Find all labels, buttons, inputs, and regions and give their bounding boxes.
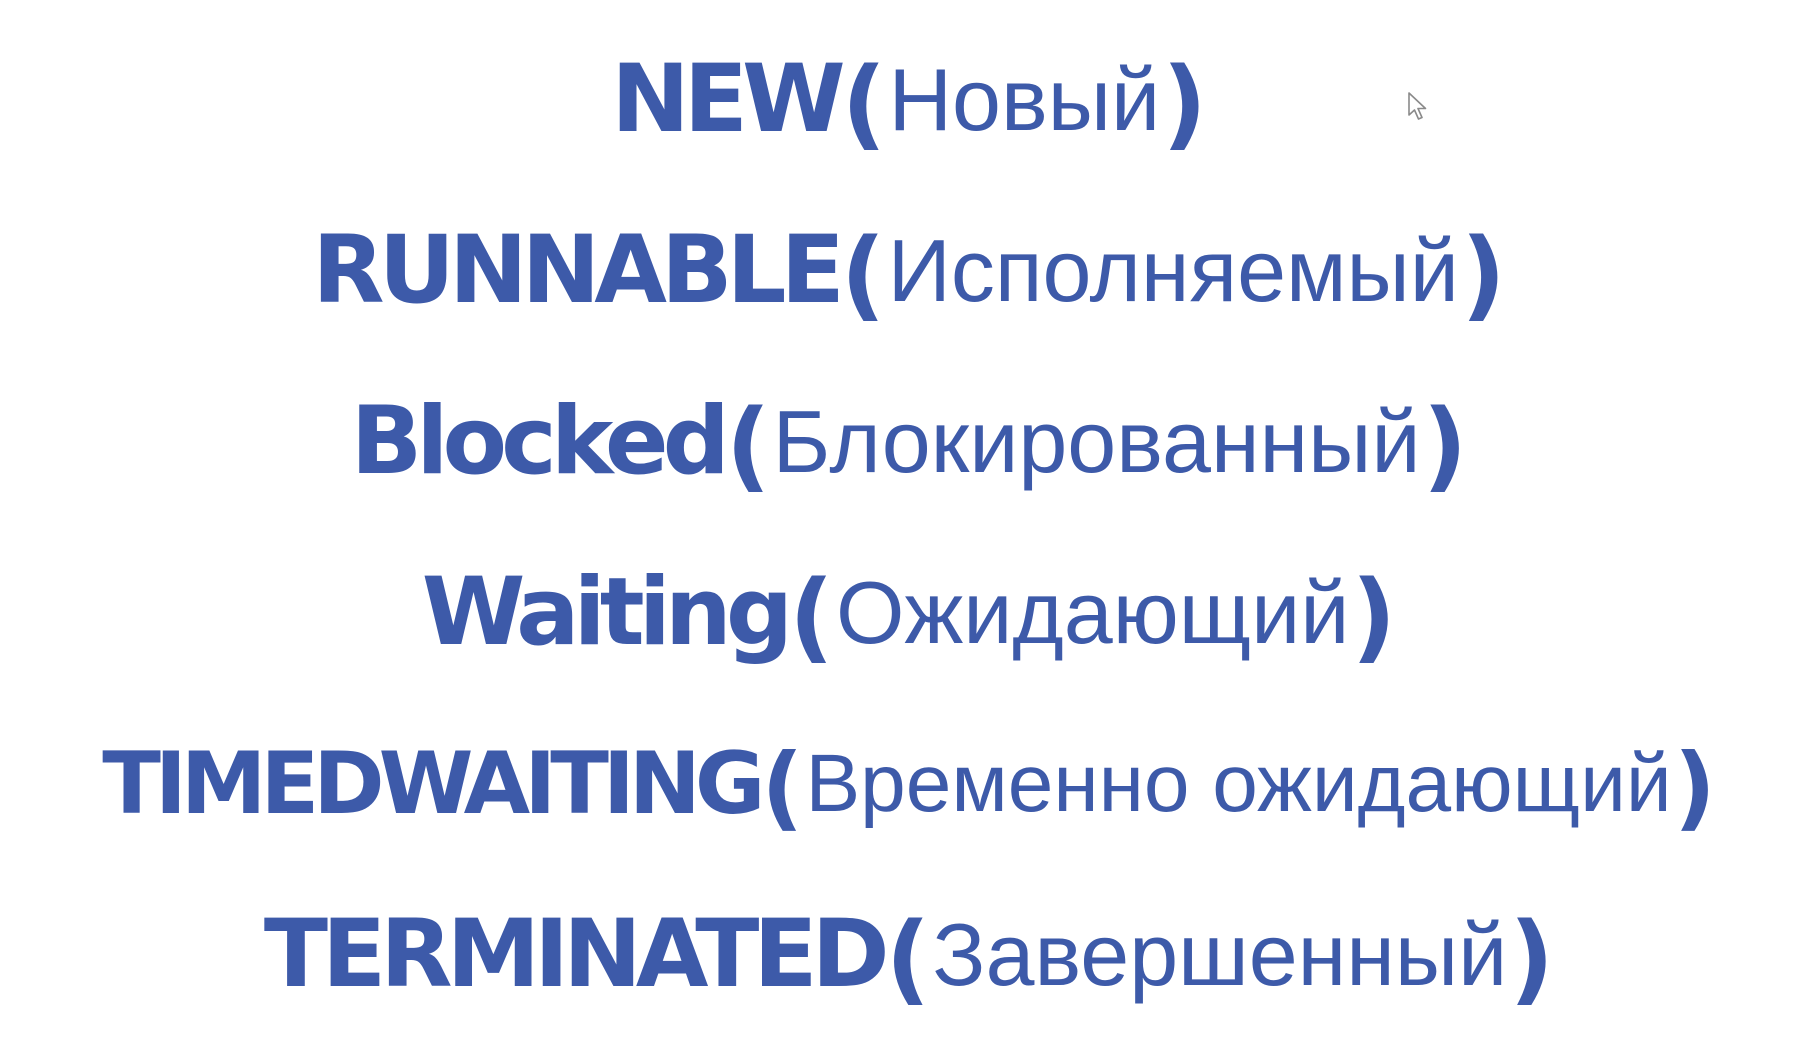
state-name: TIMEDWAITING	[102, 733, 765, 834]
state-name: Waiting	[421, 557, 793, 667]
close-paren: )	[1509, 901, 1555, 1016]
state-line-waiting: Waiting(Ожидающий)	[422, 527, 1396, 698]
state-name: TERMINATED	[263, 899, 890, 1009]
slide: NEW(Новый) RUNNABLE(Исполняемый) Blocked…	[0, 0, 1818, 1054]
close-paren: )	[1460, 217, 1506, 332]
close-paren: )	[1673, 733, 1716, 841]
open-paren: (	[841, 46, 887, 161]
thread-state-list: NEW(Новый) RUNNABLE(Исполняемый) Blocked…	[0, 14, 1818, 1040]
state-translation: Завершенный	[932, 904, 1508, 1004]
open-paren: (	[885, 901, 931, 1016]
open-paren: (	[761, 733, 804, 841]
state-line-runnable: RUNNABLE(Исполняемый)	[312, 185, 1506, 356]
open-paren: (	[840, 217, 886, 332]
state-line-blocked: Blocked(Блокированный)	[351, 356, 1468, 527]
state-name: NEW	[611, 44, 846, 154]
state-translation: Исполняемый	[887, 220, 1459, 320]
state-translation: Ожидающий	[835, 562, 1350, 662]
state-line-timed-waiting: TIMEDWAITING(Временно ожидающий)	[102, 698, 1715, 869]
close-paren: )	[1422, 388, 1468, 503]
state-translation: Блокированный	[772, 391, 1421, 491]
close-paren: )	[1162, 46, 1207, 161]
state-translation: Новый	[888, 49, 1161, 149]
close-paren: )	[1351, 559, 1397, 674]
open-paren: (	[725, 388, 771, 503]
open-paren: (	[789, 559, 834, 674]
state-line-terminated: TERMINATED(Завершенный)	[264, 869, 1554, 1040]
state-line-new: NEW(Новый)	[611, 14, 1207, 185]
state-translation: Временно ожидающий	[805, 737, 1672, 829]
mouse-pointer-icon	[1408, 92, 1427, 120]
state-name: RUNNABLE	[312, 215, 845, 325]
state-name: Blocked	[350, 386, 730, 496]
